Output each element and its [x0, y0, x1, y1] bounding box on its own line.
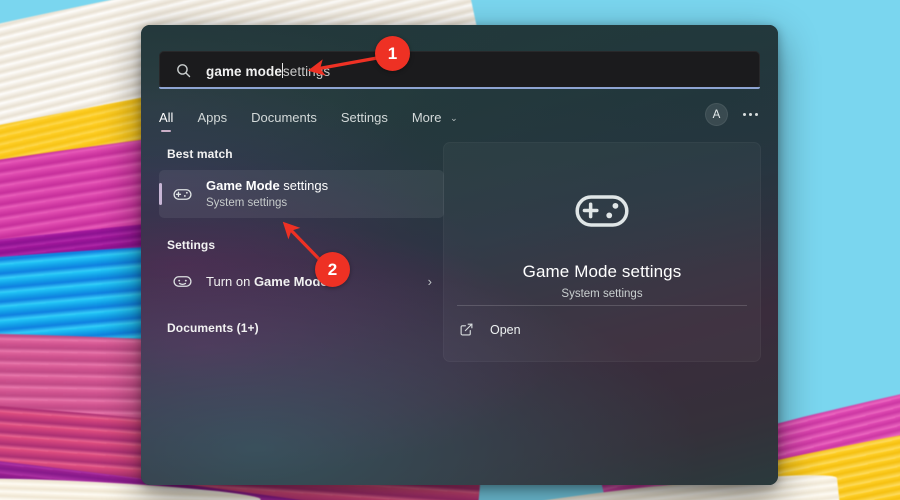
search-icon	[177, 63, 191, 77]
avatar-initial: A	[712, 108, 721, 121]
result-label-prefix: Turn on	[206, 273, 254, 289]
gamepad-icon	[173, 275, 192, 287]
ellipsis-dot	[749, 113, 752, 116]
panel-header-actions: A	[705, 103, 760, 126]
search-typed-text: game mode	[206, 64, 282, 79]
tab-documents[interactable]: Documents	[251, 110, 317, 132]
search-results-list: Best match Game Mode settings System set	[159, 147, 444, 344]
tab-more-label: More	[411, 110, 442, 125]
more-options-icon[interactable]	[741, 107, 760, 122]
best-match-header: Best match	[167, 147, 233, 161]
tab-more[interactable]: More ⌄	[412, 110, 458, 132]
search-input[interactable]: game mode settings	[159, 51, 760, 89]
preview-subtitle: System settings	[561, 288, 643, 300]
result-subtitle: System settings	[206, 196, 288, 209]
result-title-rest: settings	[279, 177, 329, 193]
external-link-icon	[460, 323, 473, 336]
tab-settings[interactable]: Settings	[341, 110, 388, 132]
tab-apps[interactable]: Apps	[197, 110, 227, 132]
open-button[interactable]: Open	[459, 322, 521, 337]
tab-apps-label: Apps	[197, 110, 228, 125]
tab-all[interactable]: All	[159, 110, 173, 132]
result-label: Turn on Game Mode	[206, 274, 328, 289]
tab-all-label: All	[159, 110, 174, 125]
annotation-marker-1: 1	[375, 36, 410, 71]
result-item-game-mode-settings[interactable]: Game Mode settings System settings	[159, 170, 444, 218]
result-item-turn-on-game-mode[interactable]: Turn on Game Mode ›	[159, 261, 444, 301]
gamepad-icon	[575, 195, 629, 227]
settings-group-header: Settings	[167, 238, 216, 252]
tab-documents-label: Documents	[251, 110, 317, 125]
result-title: Game Mode settings	[206, 178, 328, 194]
search-query-text: game mode settings	[206, 61, 330, 79]
preview-divider	[457, 305, 747, 306]
ellipsis-dot	[743, 113, 746, 116]
windows-search-panel: game mode settings All Apps Documents Se…	[141, 25, 778, 485]
text-caret	[281, 63, 283, 78]
search-filter-tabs: All Apps Documents Settings More ⌄ A	[159, 103, 760, 137]
chevron-right-icon: ›	[427, 273, 432, 289]
result-title-bold: Game Mode	[206, 177, 280, 193]
ellipsis-dot	[755, 113, 758, 116]
annotation-marker-2-label: 2	[327, 259, 338, 279]
documents-group-header: Documents (1+)	[167, 321, 259, 335]
annotation-marker-1-label: 1	[387, 43, 398, 63]
tab-settings-label: Settings	[340, 110, 388, 125]
open-button-label: Open	[490, 322, 521, 337]
result-preview-pane: Game Mode settings System settings Open	[443, 142, 761, 362]
screenshot-root: game mode settings All Apps Documents Se…	[0, 0, 900, 500]
chevron-down-icon: ⌄	[450, 113, 458, 123]
annotation-marker-2: 2	[315, 252, 350, 287]
gamepad-icon	[173, 188, 192, 200]
preview-title: Game Mode settings	[522, 262, 682, 281]
search-suggestion-text: settings	[282, 64, 331, 79]
avatar[interactable]: A	[705, 103, 728, 126]
